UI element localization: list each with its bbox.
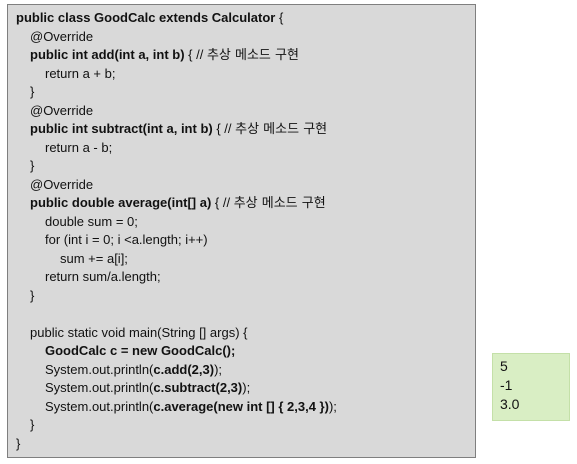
code-line-add-decl: public int add(int a, int b) { // 추상 메소드… xyxy=(30,46,299,64)
code-line-close-brace: } xyxy=(30,417,35,432)
code-line-annotation: @Override xyxy=(30,103,94,118)
code-line-subtract-decl: public int subtract(int a, int b) { // 추… xyxy=(30,120,327,138)
method-signature-average: public double average(int[] a) xyxy=(30,195,212,210)
open-brace: { xyxy=(275,10,284,25)
println-call: System.out.println( xyxy=(45,399,154,414)
code-line-return-average: return sum/a.length; xyxy=(45,269,161,284)
println-close: ); xyxy=(328,399,337,414)
println-call: System.out.println( xyxy=(45,380,154,395)
comment-prefix: { // xyxy=(184,47,207,62)
method-signature-add: public int add(int a, int b) xyxy=(30,47,185,62)
code-line-annotation: @Override xyxy=(30,29,94,44)
code-line-close-brace: } xyxy=(30,288,35,303)
comment-prefix: { // xyxy=(211,195,234,210)
println-call: System.out.println( xyxy=(45,362,154,377)
code-line-return-subtract: return a - b; xyxy=(45,140,113,155)
call-add: c.add(2,3) xyxy=(153,362,215,377)
code-line-close-brace: } xyxy=(30,158,35,173)
println-close: ); xyxy=(214,362,223,377)
output-line: 3.0 xyxy=(500,396,520,412)
code-line-close-brace: } xyxy=(30,84,35,99)
call-average: c.average(new int [] { 2,3,4 }) xyxy=(153,399,329,414)
code-line-println-subtract: System.out.println(c.subtract(2,3)); xyxy=(45,379,250,397)
code-panel: public class GoodCalc extends Calculator… xyxy=(7,4,476,458)
output-line: -1 xyxy=(500,377,513,393)
method-signature-subtract: public int subtract(int a, int b) xyxy=(30,121,213,136)
output-line: 5 xyxy=(500,358,508,374)
code-line-new-goodcalc: GoodCalc c = new GoodCalc(); xyxy=(45,343,236,358)
comment-text: 추상 메소드 구현 xyxy=(235,122,328,137)
code-line-sum-init: double sum = 0; xyxy=(45,214,138,229)
class-declaration: public class GoodCalc extends Calculator xyxy=(16,10,276,25)
code-line-main-decl: public static void main(String [] args) … xyxy=(30,325,248,340)
code-line-close-brace: } xyxy=(16,436,21,451)
comment-text: 추상 메소드 구현 xyxy=(233,196,326,211)
code-line-average-decl: public double average(int[] a) { // 추상 메… xyxy=(30,194,326,212)
code-line-return-add: return a + b; xyxy=(45,66,116,81)
comment-prefix: { // xyxy=(212,121,236,136)
code-line-sum-add: sum += a[i]; xyxy=(60,251,128,266)
code-line-annotation: @Override xyxy=(30,177,94,192)
code-line-class-decl: public class GoodCalc extends Calculator… xyxy=(16,9,283,27)
println-close: ); xyxy=(242,380,251,395)
code-line-println-average: System.out.println(c.average(new int [] … xyxy=(45,398,337,416)
call-subtract: c.subtract(2,3) xyxy=(153,380,243,395)
output-panel: 5 -1 3.0 xyxy=(492,353,570,421)
code-line-println-add: System.out.println(c.add(2,3)); xyxy=(45,361,222,379)
code-line-for-loop: for (int i = 0; i <a.length; i++) xyxy=(45,232,208,247)
comment-text: 추상 메소드 구현 xyxy=(206,48,299,63)
